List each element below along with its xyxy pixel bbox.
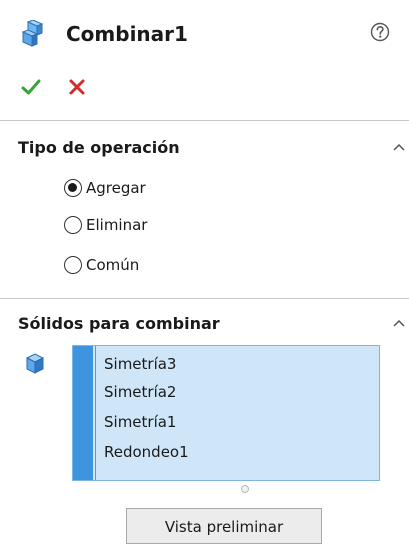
radio-button[interactable] [64,216,82,234]
solid-body-icon [25,353,45,374]
radio-label-comun: Común [86,256,140,274]
list-item[interactable]: Redondeo1 [104,440,189,464]
property-manager-panel: Combinar1 Tipo de operación Agregar Elim… [0,0,409,558]
radio-agregar[interactable]: Agregar [64,175,146,201]
list-item[interactable]: Simetría3 [104,352,176,376]
panel-header: Combinar1 [0,0,409,78]
page-title: Combinar1 [66,22,188,46]
radio-eliminar[interactable]: Eliminar [64,212,147,238]
radio-button[interactable] [64,256,82,274]
section-divider [0,298,409,299]
close-icon[interactable] [66,76,88,98]
combine-feature-icon [21,20,44,47]
list-resize-handle[interactable] [241,485,249,493]
radio-label-agregar: Agregar [86,179,146,197]
bodies-title: Sólidos para combinar [18,314,220,333]
chevron-up-icon[interactable] [392,318,406,328]
list-selection-accent [73,346,93,480]
checkmark-icon[interactable] [20,76,42,98]
radio-button-checked[interactable] [64,179,82,197]
radio-comun[interactable]: Común [64,252,139,278]
bodies-list[interactable]: Simetría3 Simetría2 Simetría1 Redondeo1 [72,345,380,481]
chevron-up-icon[interactable] [392,142,406,152]
list-item[interactable]: Simetría2 [104,380,176,404]
section-divider [0,120,409,121]
list-items-container: Simetría3 Simetría2 Simetría1 Redondeo1 [95,346,379,480]
help-icon[interactable] [370,22,390,42]
operation-type-title: Tipo de operación [18,138,180,157]
list-item[interactable]: Simetría1 [104,410,176,434]
preview-button[interactable]: Vista preliminar [126,508,322,544]
radio-label-eliminar: Eliminar [86,216,148,234]
